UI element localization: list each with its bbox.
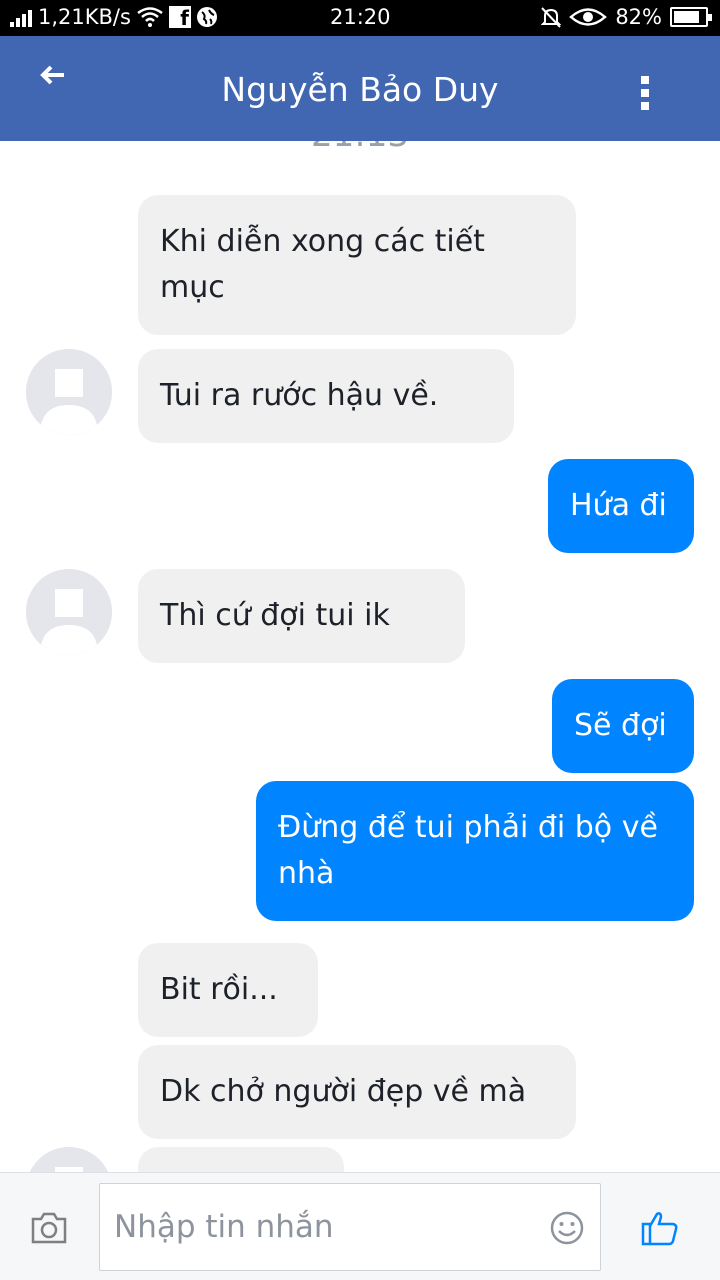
message-bubble-incoming[interactable] — [138, 1147, 344, 1172]
message-bubble-incoming[interactable]: Bit rồi... — [138, 943, 318, 1037]
status-left: 1,21KB/s f — [10, 5, 217, 30]
message-bubble-incoming[interactable]: Dk chở người đẹp về mà — [138, 1045, 576, 1139]
wifi-icon — [137, 7, 163, 27]
default-avatar-icon — [26, 349, 112, 435]
like-button[interactable] — [641, 1209, 679, 1247]
battery-icon — [670, 7, 712, 27]
avatar[interactable] — [26, 569, 112, 655]
default-avatar-icon — [26, 1147, 112, 1172]
message-bubble-incoming[interactable]: Khi diễn xong các tiết mục — [138, 195, 576, 335]
globe-icon — [196, 7, 217, 27]
more-vertical-dot — [641, 89, 649, 97]
conversation-header: Nguyễn Bảo Duy — [0, 36, 720, 141]
contact-name[interactable]: Nguyễn Bảo Duy — [0, 70, 720, 109]
cell-signal-icon — [10, 7, 32, 27]
camera-icon — [31, 1212, 67, 1244]
more-vertical-icon — [641, 76, 649, 84]
message-input[interactable] — [99, 1183, 601, 1271]
message-list[interactable]: 21:13 Khi diễn xong các tiết mục Tui ra … — [0, 141, 720, 1172]
avatar[interactable] — [26, 1147, 112, 1172]
more-vertical-dot — [641, 102, 649, 110]
thumbs-up-icon — [641, 1212, 678, 1246]
net-speed: 1,21KB/s — [38, 5, 131, 29]
status-bar: 1,21KB/s f 21:20 82% — [0, 0, 720, 36]
avatar[interactable] — [26, 349, 112, 435]
status-right: 82% — [541, 5, 712, 29]
facebook-notification-icon: f — [168, 6, 191, 30]
alarm-off-icon — [541, 7, 562, 28]
smiley-icon — [550, 1211, 584, 1245]
more-options-button[interactable] — [638, 76, 652, 112]
emoji-button[interactable] — [550, 1211, 584, 1245]
eye-icon — [569, 8, 608, 26]
clock: 21:20 — [330, 5, 391, 29]
camera-button[interactable] — [30, 1211, 68, 1245]
message-timestamp: 21:13 — [0, 141, 720, 155]
message-bubble-outgoing[interactable]: Sẽ đợi — [552, 679, 694, 773]
message-bubble-incoming[interactable]: Thì cứ đợi tui ik — [138, 569, 465, 663]
message-composer — [0, 1172, 720, 1280]
default-avatar-icon — [26, 569, 112, 655]
message-bubble-outgoing[interactable]: Hứa đi — [548, 459, 694, 553]
message-bubble-outgoing[interactable]: Đừng để tui phải đi bộ về nhà — [256, 781, 694, 921]
message-bubble-incoming[interactable]: Tui ra rước hậu về. — [138, 349, 514, 443]
battery-fill — [674, 11, 699, 23]
battery-percent: 82% — [615, 5, 662, 29]
